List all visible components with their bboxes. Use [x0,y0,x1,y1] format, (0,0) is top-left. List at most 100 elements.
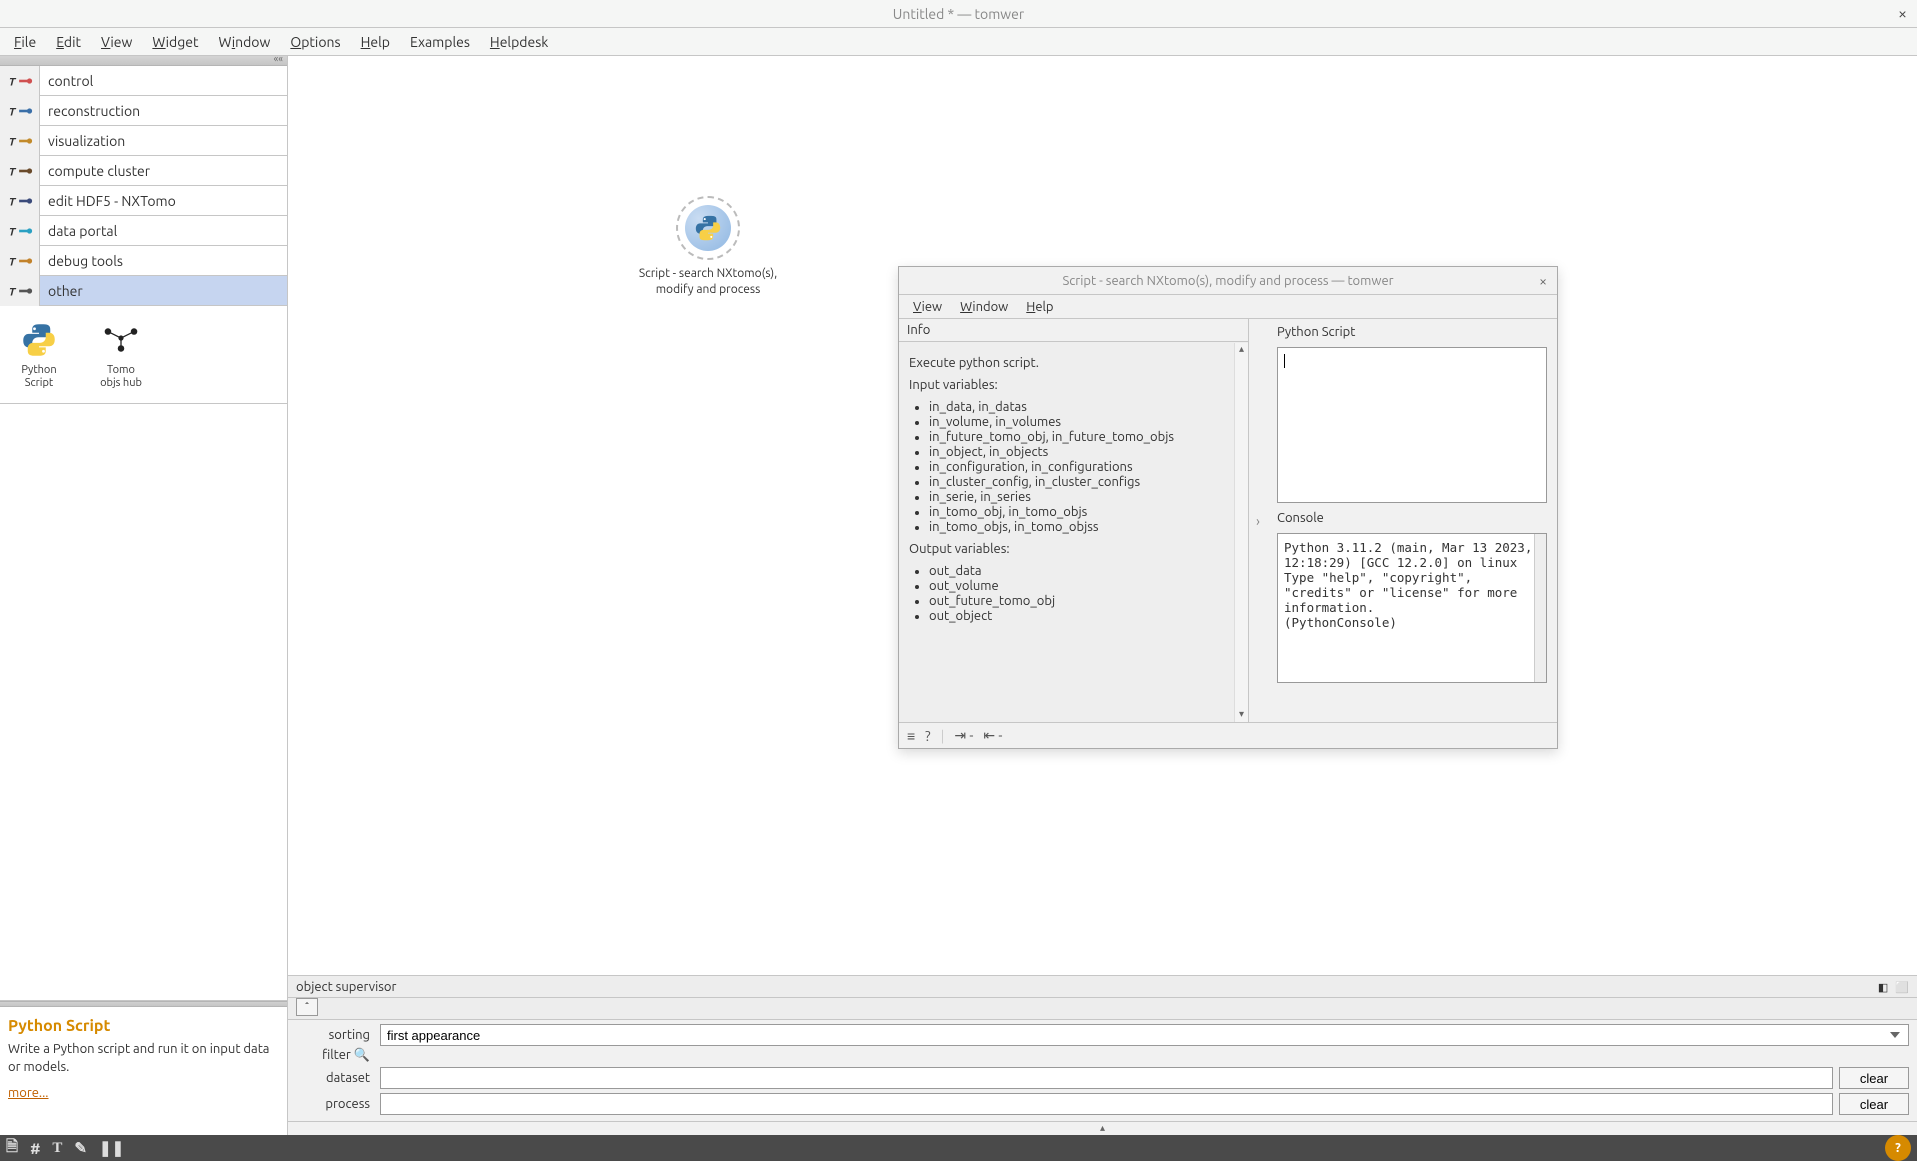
category-label: debug tools [40,246,287,275]
svg-text:T: T [8,76,16,88]
dataset-input[interactable] [380,1067,1833,1089]
menu-hamburger-icon[interactable]: ≡ [907,728,915,744]
sorting-label: sorting [296,1028,374,1042]
menu-helpdesk[interactable]: Helpdesk [482,32,556,52]
input-var-item: in_future_tomo_obj, in_future_tomo_objs [929,430,1238,444]
info-scrollbar[interactable]: ▴ ▾ [1234,343,1248,722]
output-var-item: out_object [929,609,1238,623]
description-title: Python Script [8,1017,279,1035]
widget-python-script[interactable]: PythonScript [6,320,72,389]
widget-palette: PythonScript Tomoobjs hub [0,306,287,404]
window-close-icon[interactable]: × [1898,5,1907,23]
menu-window[interactable]: Window [210,32,278,52]
console-scrollbar[interactable] [1534,534,1546,682]
widget-python-script-label-1: Python [21,364,56,376]
menu-options[interactable]: Options [282,32,348,52]
canvas-node-label: Script - search NXtomo(s), modify and pr… [638,266,778,297]
export-icon[interactable]: ⇤ - [983,727,1002,744]
input-var-item: in_data, in_datas [929,400,1238,414]
dialog-expand-icon[interactable]: › [1249,319,1267,722]
widget-description: Python Script Write a Python script and … [0,1007,287,1135]
menu-view[interactable]: View [93,32,140,52]
collapse-left-icon[interactable]: «« [274,53,283,64]
widget-python-script-label-2: Script [25,377,53,389]
widget-tomo-hub[interactable]: Tomoobjs hub [88,320,154,389]
dialog-menu-view[interactable]: View [907,298,948,316]
scroll-down-icon[interactable]: ▾ [1235,708,1248,722]
output-var-item: out_data [929,564,1238,578]
process-clear-button[interactable]: clear [1839,1093,1909,1115]
category-icon: T [0,156,40,186]
supervisor-maximize-icon[interactable]: ⬜ [1895,982,1909,994]
statusbar-pause-icon[interactable]: ❚❚ [99,1139,124,1157]
category-other[interactable]: T other [0,276,287,306]
category-reconstruction[interactable]: T reconstruction [0,96,287,126]
script-label: Python Script [1277,325,1547,339]
category-label: reconstruction [40,96,287,125]
menu-help[interactable]: Help [353,32,398,52]
category-label: edit HDF5 - NXTomo [40,186,287,215]
statusbar-doc-icon[interactable]: 🗎 [6,1136,18,1161]
supervisor-dock-icon[interactable]: ◧ [1878,982,1888,994]
category-icon: T [0,276,40,306]
sorting-select[interactable]: first appearance [380,1024,1909,1046]
window-title: Untitled * — tomwer [893,6,1024,22]
supervisor-collapse-up-button[interactable]: ˆ [296,998,318,1016]
menu-edit[interactable]: Edit [48,32,89,52]
description-more-link[interactable]: more... [8,1086,49,1100]
category-visualization[interactable]: T visualization [0,126,287,156]
main-menubar: File Edit View Widget Window Options Hel… [0,28,1917,56]
menu-examples[interactable]: Examples [402,32,478,52]
category-data-portal[interactable]: T data portal [0,216,287,246]
input-var-item: in_tomo_objs, in_tomo_objss [929,520,1238,534]
input-var-item: in_serie, in_series [929,490,1238,504]
statusbar-help-icon[interactable]: ? [1885,1135,1911,1161]
category-icon: T [0,216,40,246]
input-var-item: in_object, in_objects [929,445,1238,459]
category-icon: T [0,126,40,156]
category-icon: T [0,246,40,276]
dialog-close-icon[interactable]: × [1539,273,1547,289]
output-var-item: out_future_tomo_obj [929,594,1238,608]
script-editor[interactable] [1277,347,1547,503]
status-bar: 🗎 # T ✎ ❚❚ ? [0,1135,1917,1161]
dialog-menu-window[interactable]: Window [954,298,1014,316]
dialog-title: Script - search NXtomo(s), modify and pr… [1062,274,1393,288]
menu-widget[interactable]: Widget [144,32,206,52]
statusbar-text-icon[interactable]: T [52,1140,62,1157]
statusbar-grid-icon[interactable]: # [30,1140,40,1157]
category-debug-tools[interactable]: T debug tools [0,246,287,276]
category-compute-cluster[interactable]: T compute cluster [0,156,287,186]
python-script-dialog: Script - search NXtomo(s), modify and pr… [898,266,1558,749]
left-panel: «« T control T reconstruction T visualiz… [0,56,288,1135]
category-control[interactable]: T control [0,66,287,96]
statusbar-edit-icon[interactable]: ✎ [74,1139,87,1157]
input-var-item: in_configuration, in_configurations [929,460,1238,474]
category-edit-HDF5---NXTomo[interactable]: T edit HDF5 - NXTomo [0,186,287,216]
dialog-menu-help[interactable]: Help [1020,298,1059,316]
dataset-clear-button[interactable]: clear [1839,1067,1909,1089]
dialog-info-desc: Execute python script. [909,356,1238,370]
console-label: Console [1277,511,1547,525]
category-icon: T [0,96,40,126]
scroll-up-icon[interactable]: ▴ [1235,343,1248,357]
input-var-item: in_cluster_config, in_cluster_configs [929,475,1238,489]
import-icon[interactable]: ⇥ - [954,727,973,744]
category-label: compute cluster [40,156,287,185]
category-label: other [40,276,287,305]
help-icon[interactable]: ? [925,728,930,744]
dialog-titlebar: Script - search NXtomo(s), modify and pr… [899,267,1557,295]
canvas-node-python-script[interactable]: Script - search NXtomo(s), modify and pr… [638,196,778,297]
menu-file[interactable]: File [6,32,44,52]
svg-text:T: T [8,226,16,238]
svg-text:T: T [8,136,16,148]
filter-label: filter 🔍 [296,1048,374,1063]
dialog-menubar: View Window Help [899,295,1557,319]
workflow-canvas[interactable]: Script - search NXtomo(s), modify and pr… [288,56,1917,1135]
supervisor-collapse-handle[interactable]: ▴ [288,1121,1917,1135]
process-input[interactable] [380,1093,1833,1115]
dialog-output-label: Output variables: [909,542,1238,556]
console-output[interactable]: Python 3.11.2 (main, Mar 13 2023, 12:18:… [1277,533,1547,683]
supervisor-toggle-row: ˆ [288,998,1917,1020]
process-label: process [296,1097,374,1111]
